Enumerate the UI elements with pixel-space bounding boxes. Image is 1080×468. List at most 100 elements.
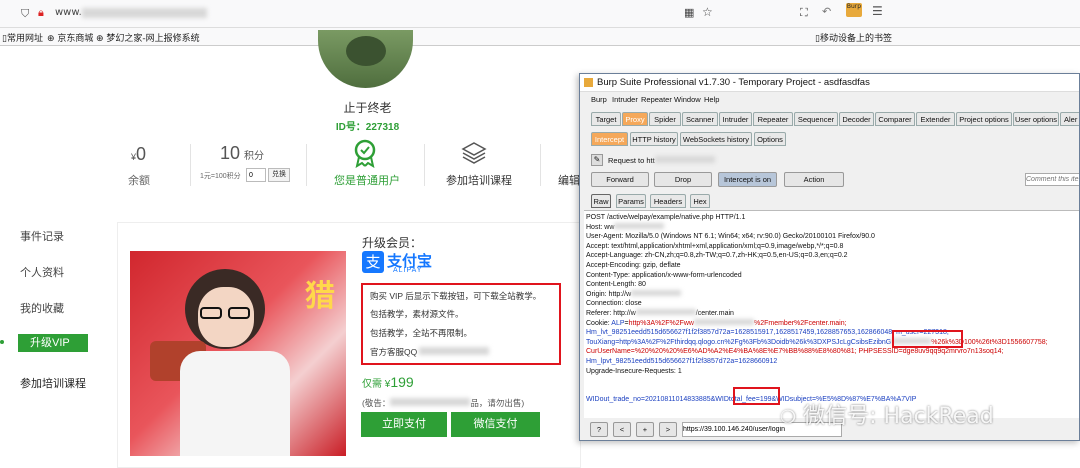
view-tab-params[interactable]: Params xyxy=(616,194,646,208)
burp-title-bar: Burp Suite Professional v1.7.30 - Tempor… xyxy=(580,74,1079,92)
wechat-pay-button[interactable]: 微信支付 xyxy=(451,412,540,437)
vip-heading: 升级会员： xyxy=(362,236,423,250)
tab-spider[interactable]: Spider xyxy=(649,112,681,126)
exchange-rate: 1元=100积分 xyxy=(200,173,241,180)
highlight-box-description xyxy=(361,283,561,365)
bookmark-jd[interactable]: ⊕ 京东商城 xyxy=(47,31,93,44)
tab-target[interactable]: Target xyxy=(591,112,621,126)
url-bar-text[interactable]: www. xyxy=(55,7,82,18)
subtab-options[interactable]: Options xyxy=(754,132,786,146)
crop-screenshot-icon[interactable]: ⛶ xyxy=(800,6,808,20)
alipay-logo-icon: 支 xyxy=(362,251,384,273)
view-tab-raw[interactable]: Raw xyxy=(591,194,611,208)
sidebar-item-training[interactable]: 参加培训课程 xyxy=(20,375,86,391)
shield-icon[interactable]: ⛉ xyxy=(21,7,29,21)
req-line-15: CurUserName=%20%20%20%E6%AD%A2%E4%BA%8E%… xyxy=(586,348,1004,356)
burp-title: Burp Suite Professional v1.7.30 - Tempor… xyxy=(597,77,870,88)
drop-button[interactable]: Drop xyxy=(654,172,712,187)
menu-burp[interactable]: Burp xyxy=(591,95,607,104)
req-line-9: Origin: http://w xyxy=(586,289,682,300)
view-tab-hex[interactable]: Hex xyxy=(690,194,710,208)
bookmarks-bar: ▯常用网址 ⊕ 京东商城 ⊕ 梦幻之家-网上报修系统 ▯移动设备上的书签 xyxy=(0,28,1080,46)
vip-note: (敬告： 品，请勿出售) xyxy=(362,398,525,408)
tab-decoder[interactable]: Decoder xyxy=(839,112,874,126)
points-value: 10 积分 xyxy=(220,143,265,163)
menu-intruder[interactable]: Intruder xyxy=(612,95,638,104)
bookmark-repair[interactable]: ⊕ 梦幻之家-网上报修系统 xyxy=(96,31,200,44)
menu-help[interactable]: Help xyxy=(704,95,719,104)
req-line-5: Accept-Language: zh-CN,zh;q=0.8,zh-TW;q=… xyxy=(586,252,848,260)
subtab-http-history[interactable]: HTTP history xyxy=(630,132,678,146)
comment-input[interactable] xyxy=(1025,173,1079,186)
bookmark-common[interactable]: ▯常用网址 xyxy=(2,31,43,44)
tab-project-options[interactable]: Project options xyxy=(956,112,1012,126)
subtab-intercept[interactable]: Intercept xyxy=(591,132,628,146)
wechat-icon: ❍ xyxy=(780,407,797,428)
sidebar-item-favorites[interactable]: 我的收藏 xyxy=(20,300,64,316)
blurred-url xyxy=(82,8,207,18)
view-tab-headers[interactable]: Headers xyxy=(650,194,686,208)
req-line-14: TouXiang=http%3A%2F%2Fthirdqq.qlogo.cn%2… xyxy=(586,337,1048,346)
intercept-toggle-button[interactable]: Intercept is on xyxy=(718,172,777,187)
browser-toolbar: ⛉ 🔒︎ www. ▦ ☆ ⛶ ↶ Burp ☰ xyxy=(0,0,1080,28)
tab-alerts[interactable]: Aler xyxy=(1060,112,1079,126)
action-button[interactable]: Action xyxy=(784,172,844,187)
request-to-label: Request to htt xyxy=(608,156,715,165)
menu-repeater[interactable]: Repeater xyxy=(641,95,672,104)
layers-icon xyxy=(461,142,487,164)
menu-window[interactable]: Window xyxy=(674,95,701,104)
vip-price: 仅需 ¥199 xyxy=(362,374,414,390)
req-line-11: Referer: http://w/center.main xyxy=(586,309,734,317)
lock-warning-icon[interactable]: 🔒︎ xyxy=(38,6,44,20)
tab-user-options[interactable]: User options xyxy=(1013,112,1059,126)
exchange-points-input[interactable] xyxy=(246,168,266,182)
req-line-4: Accept: text/html,application/xhtml+xml,… xyxy=(586,242,844,250)
undo-icon[interactable]: ↶ xyxy=(822,5,831,18)
alipay-en: ALIPAY xyxy=(393,267,423,274)
training-label[interactable]: 参加培训课程 xyxy=(446,172,512,188)
req-line-1: POST /active/welpay/example/native.php H… xyxy=(586,214,746,221)
burp-logo-icon xyxy=(584,78,593,87)
req-line-8: Content-Length: 80 xyxy=(586,281,646,289)
tab-repeater[interactable]: Repeater xyxy=(753,112,793,126)
help-button[interactable]: ? xyxy=(590,422,608,437)
balance-value: ¥0 xyxy=(131,144,147,164)
avatar[interactable] xyxy=(318,30,413,88)
username: 止于终老 xyxy=(343,101,392,115)
edit-label[interactable]: 编辑 xyxy=(558,172,580,188)
req-line-6: Accept-Encoding: gzip, deflate xyxy=(586,262,681,269)
tab-scanner[interactable]: Scanner xyxy=(682,112,718,126)
subtab-websockets-history[interactable]: WebSockets history xyxy=(680,132,752,146)
pencil-icon[interactable]: ✎ xyxy=(591,154,603,166)
tab-proxy[interactable]: Proxy xyxy=(622,112,648,126)
sidebar-item-events[interactable]: 事件记录 xyxy=(20,228,64,244)
add-button[interactable]: + xyxy=(636,422,654,437)
prev-button[interactable]: < xyxy=(613,422,631,437)
qr-code-icon[interactable]: ▦ xyxy=(684,6,694,19)
tab-sequencer[interactable]: Sequencer xyxy=(794,112,838,126)
sidebar-item-upgrade-vip[interactable]: 升级VIP xyxy=(18,334,88,352)
tab-comparer[interactable]: Comparer xyxy=(875,112,915,126)
menu-icon[interactable]: ☰ xyxy=(872,4,883,18)
burp-window: Burp Suite Professional v1.7.30 - Tempor… xyxy=(579,73,1080,441)
highlight-box-user-id xyxy=(892,330,963,348)
forward-button[interactable]: Forward xyxy=(591,172,649,187)
req-line-7: Content-Type: application/x-www-form-url… xyxy=(586,271,742,279)
highlight-box-total-fee xyxy=(733,387,780,405)
balance-label: 余额 xyxy=(128,175,150,187)
tab-intruder[interactable]: Intruder xyxy=(719,112,752,126)
pay-now-button[interactable]: 立即支付 xyxy=(361,412,447,437)
tab-extender[interactable]: Extender xyxy=(916,112,955,126)
req-line-3: User-Agent: Mozilla/5.0 (Windows NT 6.1;… xyxy=(586,233,875,241)
bookmark-mobile[interactable]: ▯移动设备上的书签 xyxy=(815,31,892,44)
req-line-2: Host: ww xyxy=(586,222,665,233)
star-bookmark-icon[interactable]: ☆ xyxy=(702,5,713,19)
watermark: ❍ 微信号: HackRead xyxy=(780,404,994,429)
next-button[interactable]: > xyxy=(659,422,677,437)
promo-image: 猎 xyxy=(130,251,346,456)
burp-extension-badge[interactable]: Burp xyxy=(846,3,862,17)
user-id: ID号：227318 xyxy=(335,122,400,133)
sidebar-item-profile[interactable]: 个人资料 xyxy=(20,264,64,280)
exchange-button[interactable]: 兑换 xyxy=(268,168,290,182)
req-line-17: Upgrade-Insecure-Requests: 1 xyxy=(586,367,682,375)
